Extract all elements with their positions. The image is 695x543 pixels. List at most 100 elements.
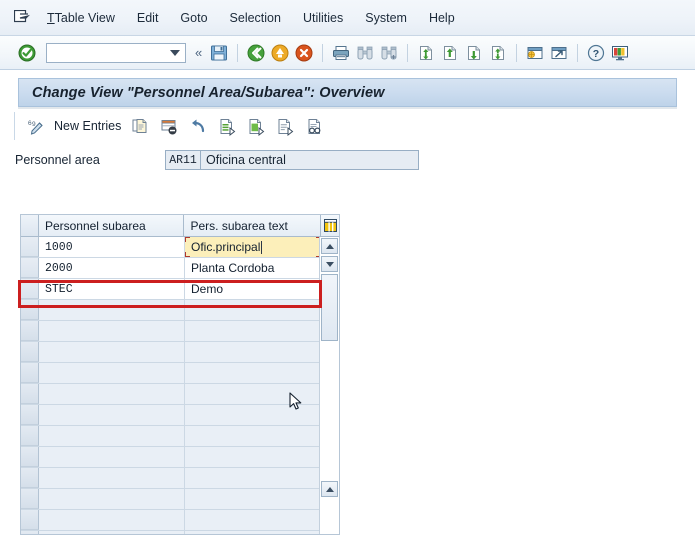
cell-subarea-text[interactable]: [185, 300, 322, 320]
cell-subarea[interactable]: STEC: [39, 279, 185, 299]
window-menu-icon[interactable]: [8, 10, 36, 25]
cell-subarea-text[interactable]: [185, 426, 322, 446]
last-page-button[interactable]: [487, 42, 509, 64]
table-row[interactable]: [21, 489, 339, 510]
command-input[interactable]: [47, 44, 167, 61]
cell-subarea[interactable]: [39, 342, 185, 362]
cell-subarea-text[interactable]: [185, 342, 322, 362]
table-vertical-scrollbar[interactable]: [319, 237, 339, 534]
cell-subarea[interactable]: 2000: [39, 258, 185, 278]
row-selector[interactable]: [21, 510, 39, 530]
cell-subarea[interactable]: [39, 363, 185, 383]
display-change-pencil-icon[interactable]: 6 9: [22, 114, 50, 138]
table-row[interactable]: 1000 Ofic.principal: [21, 237, 339, 258]
cell-subarea-text[interactable]: [185, 489, 322, 509]
row-selector[interactable]: [21, 342, 39, 362]
find-next-button[interactable]: [378, 42, 400, 64]
table-row[interactable]: [21, 342, 339, 363]
cell-subarea[interactable]: [39, 510, 185, 530]
table-row[interactable]: [21, 426, 339, 447]
table-row[interactable]: [21, 321, 339, 342]
cell-subarea[interactable]: [39, 489, 185, 509]
table-row[interactable]: [21, 531, 339, 534]
green-check-icon[interactable]: [17, 43, 37, 63]
menu-table-view[interactable]: TTable View: [36, 9, 126, 27]
next-page-button[interactable]: [463, 42, 485, 64]
row-selector[interactable]: [21, 237, 39, 257]
column-header-personnel-subarea[interactable]: Personnel subarea: [38, 215, 185, 236]
help-button[interactable]: ?: [585, 42, 607, 64]
cell-subarea[interactable]: [39, 384, 185, 404]
row-selector[interactable]: [21, 258, 39, 278]
row-selector[interactable]: [21, 426, 39, 446]
cancel-button[interactable]: [293, 42, 315, 64]
first-page-button[interactable]: [415, 42, 437, 64]
cell-subarea[interactable]: [39, 447, 185, 467]
scroll-up-arrow-icon[interactable]: [321, 238, 338, 254]
menu-edit[interactable]: Edit: [126, 9, 170, 27]
undo-button[interactable]: [185, 114, 212, 138]
new-entries-button[interactable]: New Entries: [54, 119, 121, 133]
menu-utilities[interactable]: Utilities: [292, 9, 354, 27]
row-selector[interactable]: [21, 405, 39, 425]
cell-subarea[interactable]: [39, 321, 185, 341]
row-selector[interactable]: [21, 279, 39, 299]
menu-help[interactable]: Help: [418, 9, 466, 27]
cell-subarea-text[interactable]: [185, 363, 322, 383]
row-selector[interactable]: [21, 468, 39, 488]
cell-subarea-text[interactable]: [185, 321, 322, 341]
table-row[interactable]: STEC Demo: [21, 279, 339, 300]
table-row[interactable]: [21, 300, 339, 321]
column-header-pers-subarea-text[interactable]: Pers. subarea text: [184, 215, 322, 236]
row-selector[interactable]: [21, 531, 39, 534]
double-chevron-left-icon[interactable]: «: [195, 46, 202, 59]
cell-subarea-text[interactable]: Ofic.principal: [185, 237, 322, 257]
glasses-document-icon[interactable]: [301, 114, 328, 138]
back-button[interactable]: [245, 42, 267, 64]
cell-subarea[interactable]: [39, 426, 185, 446]
cell-subarea[interactable]: [39, 468, 185, 488]
row-selector[interactable]: [21, 300, 39, 320]
print-button[interactable]: [330, 42, 352, 64]
find-button[interactable]: [354, 42, 376, 64]
menu-selection[interactable]: Selection: [219, 9, 292, 27]
cell-subarea-text[interactable]: [185, 468, 322, 488]
cell-subarea[interactable]: [39, 531, 185, 534]
row-selector[interactable]: [21, 384, 39, 404]
delete-row-button[interactable]: [156, 114, 183, 138]
cell-subarea-text[interactable]: [185, 447, 322, 467]
command-field[interactable]: [46, 42, 186, 63]
table-row[interactable]: [21, 510, 339, 531]
menu-goto[interactable]: Goto: [169, 9, 218, 27]
scroll-top-arrow-icon[interactable]: [321, 481, 338, 497]
chevron-down-icon[interactable]: [170, 49, 180, 56]
row-selector[interactable]: [21, 489, 39, 509]
table-row[interactable]: 2000 Planta Cordoba: [21, 258, 339, 279]
select-all-column-header[interactable]: [21, 215, 39, 236]
previous-page-button[interactable]: [439, 42, 461, 64]
cell-subarea-text[interactable]: [185, 510, 322, 530]
copy-as-button[interactable]: [127, 114, 154, 138]
table-settings-icon[interactable]: [321, 215, 339, 236]
cell-subarea[interactable]: 1000: [39, 237, 185, 257]
create-session-button[interactable]: [524, 42, 546, 64]
cell-subarea[interactable]: [39, 405, 185, 425]
cell-subarea-text[interactable]: Demo: [185, 279, 322, 299]
create-shortcut-button[interactable]: [548, 42, 570, 64]
exit-button[interactable]: [269, 42, 291, 64]
cell-subarea-text[interactable]: [185, 531, 322, 534]
cell-subarea[interactable]: [39, 300, 185, 320]
scroll-down-arrow-icon[interactable]: [321, 256, 338, 272]
select-all-button[interactable]: [214, 114, 241, 138]
row-selector[interactable]: [21, 321, 39, 341]
select-block-button[interactable]: [272, 114, 299, 138]
row-selector[interactable]: [21, 363, 39, 383]
table-row[interactable]: [21, 447, 339, 468]
row-selector[interactable]: [21, 447, 39, 467]
deselect-all-button[interactable]: [243, 114, 270, 138]
table-row[interactable]: [21, 363, 339, 384]
scrollbar-thumb[interactable]: [321, 274, 338, 341]
cell-subarea-text[interactable]: Planta Cordoba: [185, 258, 322, 278]
save-button[interactable]: [208, 42, 230, 64]
customize-layout-button[interactable]: [609, 42, 631, 64]
